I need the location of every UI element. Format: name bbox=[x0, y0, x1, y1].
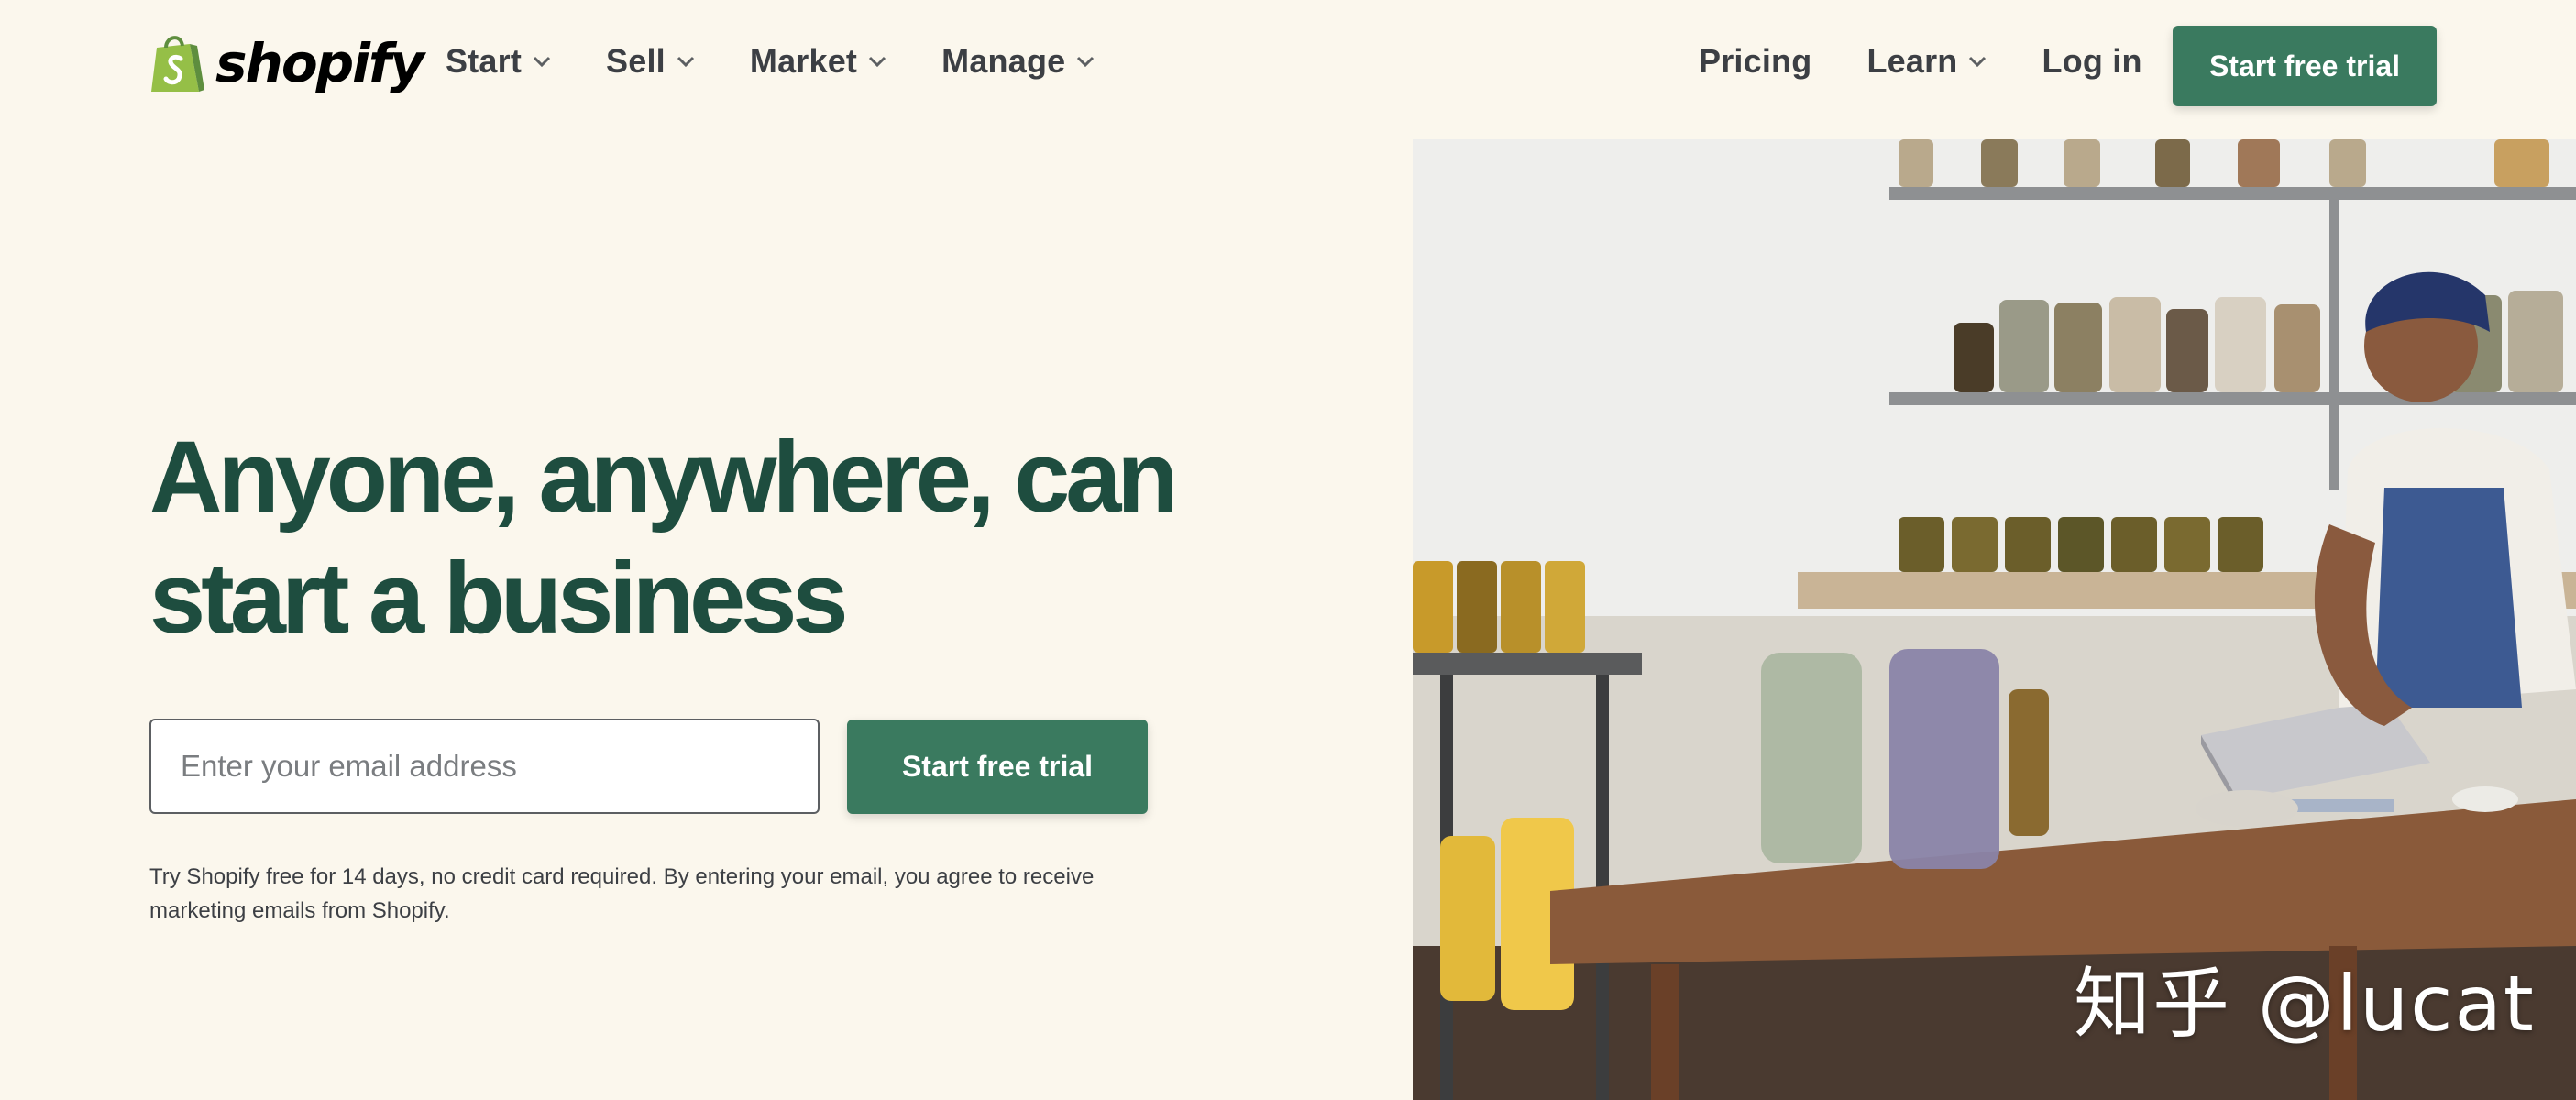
primary-nav: Start Sell Market Manage bbox=[446, 42, 1095, 81]
hero-heading: Anyone, anywhere, can start a business bbox=[149, 417, 1341, 659]
header-start-trial-button[interactable]: Start free trial bbox=[2173, 26, 2437, 106]
hero-start-trial-button[interactable]: Start free trial bbox=[847, 720, 1148, 814]
hero-heading-line-2: start a business bbox=[149, 542, 849, 654]
trial-disclaimer: Try Shopify free for 14 days, no credit … bbox=[149, 864, 1095, 923]
watermark: 知乎 @lucat bbox=[2074, 959, 2536, 1049]
nav-item-label: Log in bbox=[2042, 42, 2142, 80]
nav-item-market[interactable]: Market bbox=[750, 42, 886, 81]
nav-item-label: Manage bbox=[941, 42, 1066, 80]
nav-item-login[interactable]: Log in bbox=[2042, 42, 2141, 81]
nav-item-label: Sell bbox=[606, 42, 666, 80]
chevron-down-icon bbox=[533, 56, 551, 67]
chevron-down-icon bbox=[1077, 56, 1095, 67]
email-input[interactable] bbox=[149, 719, 820, 814]
secondary-nav: Pricing Learn Log in bbox=[1699, 42, 2142, 81]
nav-item-label: Pricing bbox=[1699, 42, 1812, 80]
nav-item-pricing[interactable]: Pricing bbox=[1699, 42, 1811, 81]
chevron-down-icon bbox=[677, 56, 694, 67]
shopify-homepage: shopify Start Sell Market Manage Pricing… bbox=[0, 0, 2576, 1100]
site-header: shopify Start Sell Market Manage Pricing… bbox=[0, 0, 2576, 134]
nav-item-start[interactable]: Start bbox=[446, 42, 551, 81]
logo-wordmark: shopify bbox=[215, 32, 424, 94]
hero-heading-line-1: Anyone, anywhere, can bbox=[149, 421, 1179, 534]
chevron-down-icon bbox=[869, 56, 886, 67]
shopify-logo[interactable]: shopify bbox=[149, 31, 424, 95]
shopping-bag-icon bbox=[151, 36, 204, 92]
nav-item-label: Start bbox=[446, 42, 523, 80]
nav-item-label: Market bbox=[749, 42, 858, 80]
nav-item-label: Learn bbox=[1866, 42, 1958, 80]
nav-item-learn[interactable]: Learn bbox=[1866, 42, 1987, 81]
nav-item-sell[interactable]: Sell bbox=[606, 42, 695, 81]
nav-item-manage[interactable]: Manage bbox=[941, 42, 1095, 81]
hero-photo: 知乎 @lucat bbox=[1413, 139, 2576, 1100]
chevron-down-icon bbox=[1969, 56, 1987, 67]
